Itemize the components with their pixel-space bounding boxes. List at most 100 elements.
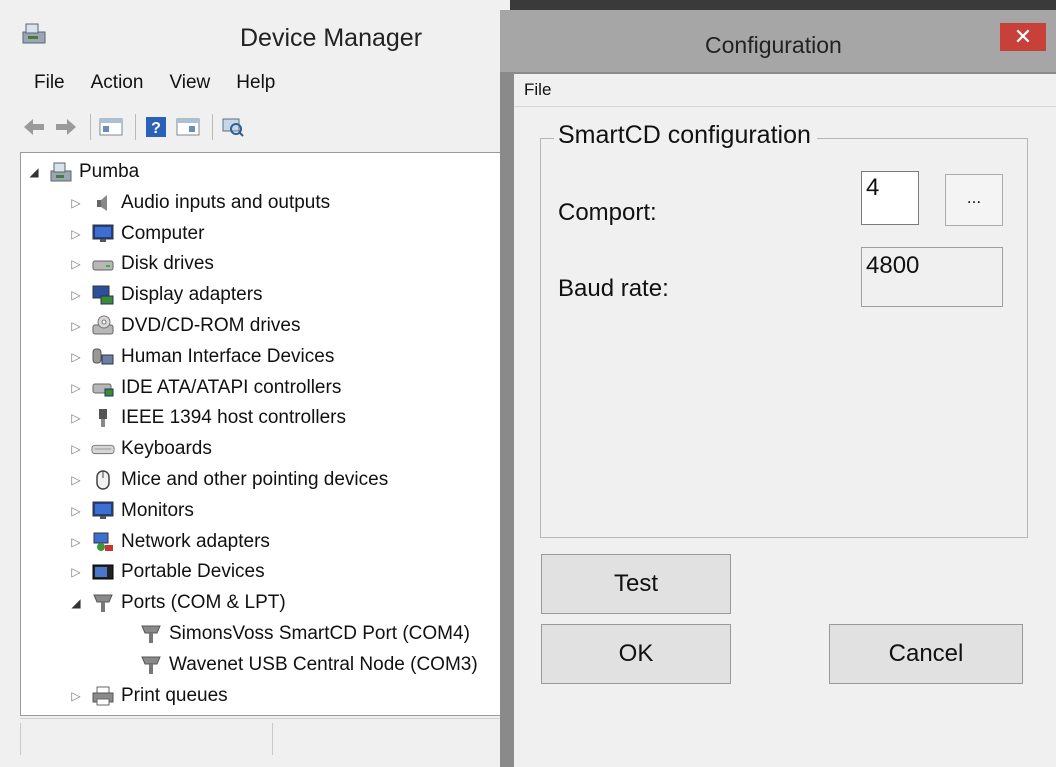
- tree-item[interactable]: ▷ Network adapters: [69, 527, 270, 557]
- status-divider: [272, 723, 273, 755]
- ok-button[interactable]: OK: [541, 624, 731, 684]
- expand-arrow-icon[interactable]: ▷: [69, 535, 83, 549]
- portable-device-icon: [91, 561, 115, 583]
- comport-label: Comport:: [558, 199, 657, 226]
- collapse-arrow-icon[interactable]: ◢: [27, 165, 41, 179]
- tree-item[interactable]: ▷ Computer: [69, 219, 204, 249]
- properties-pane-icon[interactable]: [174, 113, 202, 141]
- dialog-titlebar: Configuration ✕: [500, 10, 1056, 72]
- tree-item-label: Human Interface Devices: [121, 345, 335, 367]
- tree-item[interactable]: ▷ Display adapters: [69, 280, 262, 310]
- expand-arrow-icon[interactable]: ▷: [69, 565, 83, 579]
- menu-help[interactable]: Help: [222, 68, 287, 102]
- tree-item-label: Monitors: [121, 499, 194, 521]
- device-manager-icon: [20, 20, 48, 46]
- tree-item[interactable]: ▷ Monitors: [69, 496, 194, 526]
- group-title: SmartCD configuration: [554, 121, 817, 150]
- tree-item-label: DVD/CD-ROM drives: [121, 315, 301, 336]
- tree-item-label: Computer: [121, 222, 205, 244]
- display-adapter-icon: [91, 284, 115, 306]
- expand-arrow-icon[interactable]: ▷: [69, 442, 83, 456]
- expand-arrow-icon[interactable]: ▷: [69, 350, 83, 364]
- scan-hardware-icon[interactable]: [219, 113, 247, 141]
- disk-drive-icon: [91, 253, 115, 275]
- tree-item[interactable]: ▷ Portable Devices: [69, 557, 265, 587]
- tree-item[interactable]: ▷ Human Interface Devices: [69, 342, 334, 372]
- close-button[interactable]: ✕: [1000, 23, 1046, 51]
- tree-item-label: Print queues: [121, 684, 228, 706]
- speaker-icon: [91, 192, 115, 214]
- tree-item-label: Portable Devices: [121, 561, 265, 583]
- dialog-menu-file[interactable]: File: [524, 80, 551, 100]
- expand-arrow-icon[interactable]: ▷: [69, 257, 83, 271]
- expand-arrow-icon[interactable]: ▷: [69, 381, 83, 395]
- toolbar-separator: [135, 114, 136, 140]
- tree-item-label: Keyboards: [121, 438, 212, 460]
- tree-item-label: Ports (COM & LPT): [121, 592, 286, 614]
- menu-bar: File Action View Help: [20, 68, 287, 102]
- tree-item-label: Audio inputs and outputs: [121, 191, 331, 213]
- tree-item[interactable]: Wavenet USB Central Node (COM3): [117, 650, 478, 680]
- cancel-button[interactable]: Cancel: [829, 624, 1023, 684]
- monitor-icon: [91, 500, 115, 522]
- menu-view[interactable]: View: [155, 68, 222, 102]
- tree-item[interactable]: ▷ IEEE 1394 host controllers: [69, 403, 346, 433]
- port-icon: [139, 654, 163, 676]
- expand-arrow-icon[interactable]: ▷: [69, 288, 83, 302]
- tree-item[interactable]: ▷ Disk drives: [69, 249, 214, 279]
- tree-item[interactable]: ◢ Ports (COM & LPT): [69, 588, 286, 618]
- svg-text:?: ?: [151, 120, 161, 137]
- tree-item[interactable]: ▷ Mice and other pointing devices: [69, 465, 388, 495]
- back-arrow-icon[interactable]: [20, 113, 48, 141]
- expand-arrow-icon[interactable]: ▷: [69, 504, 83, 518]
- tree-item[interactable]: SimonsVoss SmartCD Port (COM4): [117, 619, 470, 649]
- expand-arrow-icon[interactable]: ▷: [69, 411, 83, 425]
- computer-root-icon: [49, 161, 73, 183]
- monitor-icon: [91, 223, 115, 245]
- port-icon: [139, 623, 163, 645]
- tree-item[interactable]: ◢ Pumba: [27, 157, 139, 187]
- menu-action[interactable]: Action: [77, 68, 156, 102]
- tree-item[interactable]: ▷ IDE ATA/ATAPI controllers: [69, 373, 341, 403]
- comport-input[interactable]: 4: [861, 171, 919, 225]
- window-title: Device Manager: [240, 24, 423, 52]
- tree-item-label: Network adapters: [121, 530, 270, 552]
- menu-file[interactable]: File: [20, 68, 77, 102]
- firewire-icon: [91, 407, 115, 429]
- tree-item-label: IDE ATA/ATAPI controllers: [121, 376, 342, 398]
- status-divider: [20, 723, 21, 755]
- tree-item-label: Mice and other pointing devices: [121, 469, 389, 490]
- tree-item[interactable]: ▷ DVD/CD-ROM drives: [69, 311, 300, 341]
- expand-arrow-icon[interactable]: ▷: [69, 196, 83, 210]
- toolbar-separator: [90, 114, 91, 140]
- hid-icon: [91, 346, 115, 368]
- expand-arrow-icon[interactable]: ▷: [69, 473, 83, 487]
- dvd-drive-icon: [91, 315, 115, 337]
- tree-item[interactable]: ▷ Keyboards: [69, 434, 212, 464]
- test-button[interactable]: Test: [541, 554, 731, 614]
- network-adapter-icon: [91, 531, 115, 553]
- expand-arrow-icon[interactable]: ▷: [69, 227, 83, 241]
- dialog-menu-bar: File: [514, 74, 1056, 107]
- expand-arrow-icon[interactable]: ▷: [69, 689, 83, 703]
- ide-controller-icon: [91, 377, 115, 399]
- device-manager-window: Device Manager File Action View Help ? ◢…: [0, 0, 512, 767]
- tree-item-label: Wavenet USB Central Node (COM3): [169, 653, 478, 675]
- mouse-icon: [91, 469, 115, 491]
- device-tree[interactable]: ◢ Pumba ▷ Audio inputs and outputs ▷ Computer…: [20, 152, 512, 716]
- expand-arrow-icon[interactable]: ▷: [69, 319, 83, 333]
- tree-item[interactable]: ▷ Print queues: [69, 681, 228, 711]
- printer-icon: [91, 685, 115, 707]
- collapse-arrow-icon[interactable]: ◢: [69, 596, 83, 610]
- tree-item-label: Pumba: [79, 161, 140, 182]
- browse-button[interactable]: ...: [945, 174, 1003, 226]
- show-hide-tree-icon[interactable]: [97, 113, 125, 141]
- keyboard-icon: [91, 438, 115, 460]
- help-icon[interactable]: ?: [142, 113, 170, 141]
- port-icon: [91, 592, 115, 614]
- tree-item[interactable]: ▷ Audio inputs and outputs: [69, 188, 330, 218]
- toolbar-separator: [212, 114, 213, 140]
- tree-item-label: SimonsVoss SmartCD Port (COM4): [169, 623, 470, 644]
- toolbar: ?: [20, 108, 510, 146]
- forward-arrow-icon[interactable]: [52, 113, 80, 141]
